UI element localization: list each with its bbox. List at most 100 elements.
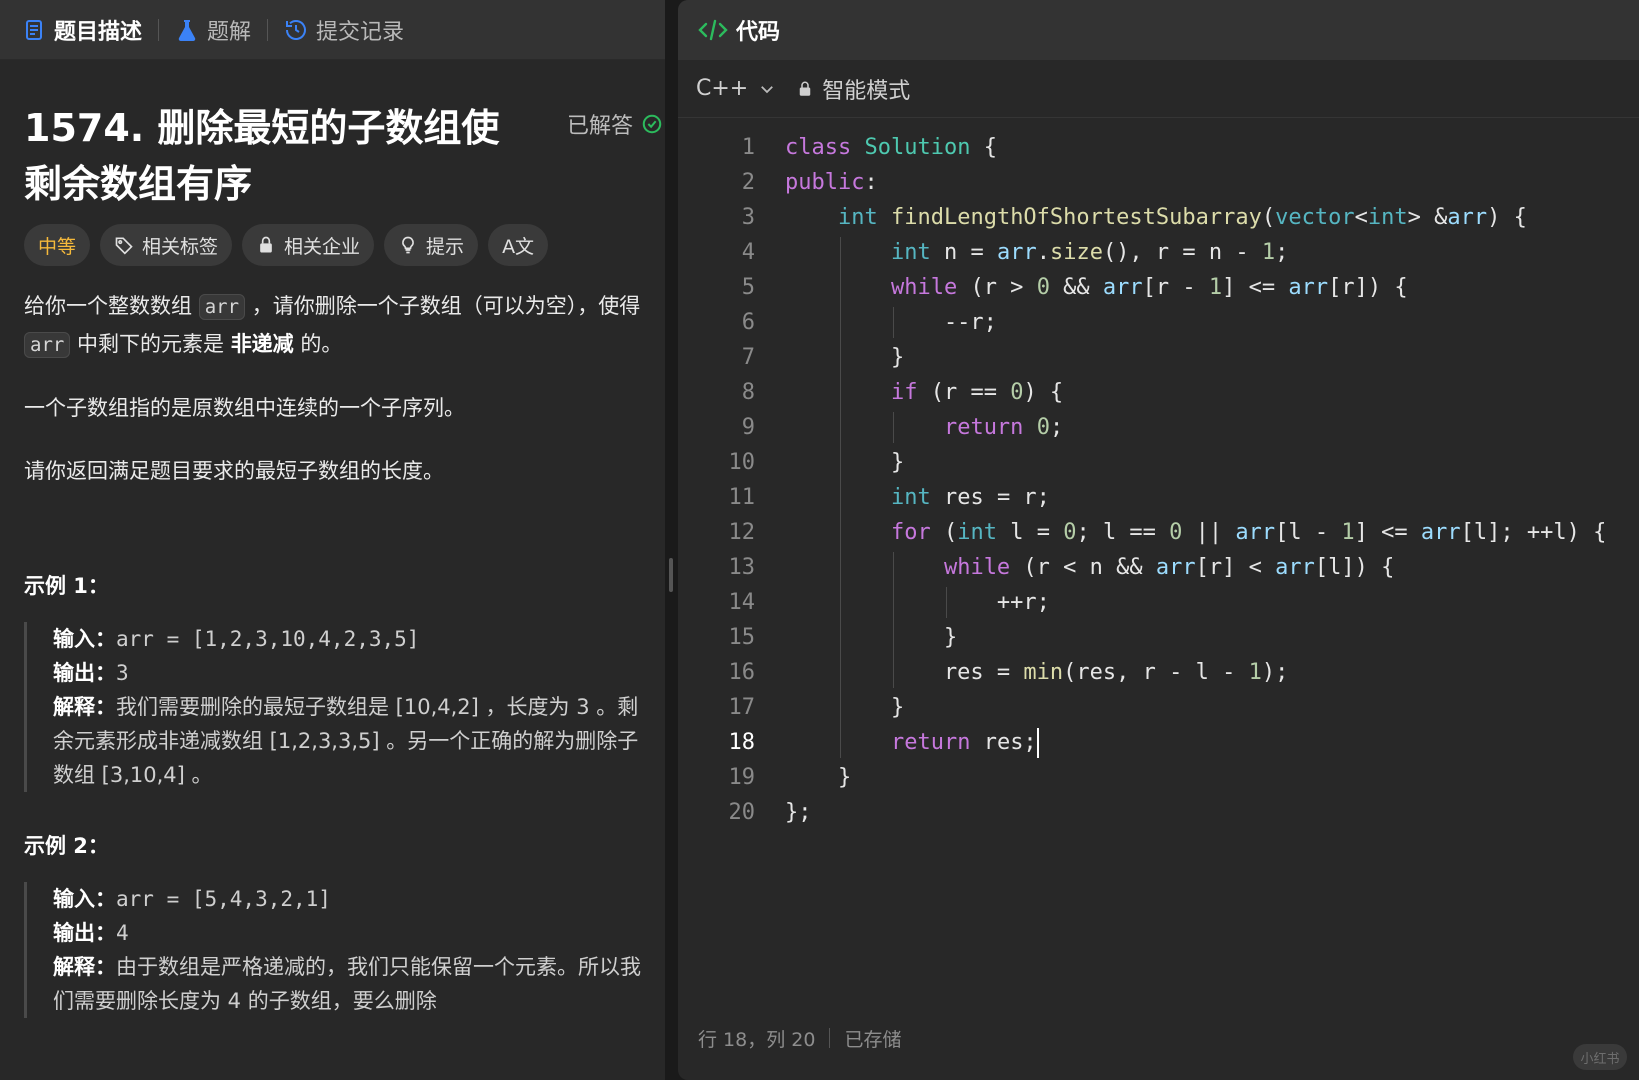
line-number: 2 — [741, 170, 755, 195]
example-1-output: 输出：3 — [53, 656, 641, 690]
line-number: 4 — [741, 240, 755, 265]
code-text: } — [785, 625, 958, 650]
desc-text: 中剩下的元素是 — [70, 332, 231, 356]
code-text: } — [785, 345, 905, 370]
output-value: 4 — [116, 921, 129, 945]
check-circle-icon — [642, 114, 662, 134]
code-header: 代码 — [678, 0, 1639, 60]
line-number: 12 — [728, 520, 756, 545]
problem-tabbar: 题目描述 题解 提交记录 — [0, 0, 665, 60]
tab-description-label: 题目描述 — [54, 19, 143, 45]
code-text: return res; — [785, 725, 1039, 760]
language-select[interactable]: C++ — [696, 76, 776, 101]
difficulty-badge[interactable]: 中等 — [24, 224, 91, 266]
line-number: 11 — [728, 485, 756, 510]
explain-value: 我们需要删除的最短子数组是 [10,4,2] ，长度为 3 。剩余元素形成非递减… — [53, 695, 639, 787]
description-paragraph-1: 给你一个整数数组 arr ，请你删除一个子数组（可以为空），使得 arr 中剩下… — [24, 288, 641, 364]
flask-icon — [178, 19, 196, 41]
explain-value: 由于数组是严格递减的，我们只能保留一个元素。所以我们需要删除长度为 4 的子数组… — [53, 955, 641, 1013]
indent-guide — [946, 587, 947, 618]
indent-guide — [840, 237, 841, 758]
line-number: 1 — [741, 135, 755, 160]
code-line[interactable]: 12 for (int l = 0; l == 0 || arr[l - 1] … — [678, 515, 1639, 550]
code-line[interactable]: 13 while (r < n && arr[r] < arr[l]) { — [678, 550, 1639, 585]
code-line[interactable]: 15 } — [678, 620, 1639, 655]
code-line[interactable]: 8 if (r == 0) { — [678, 375, 1639, 410]
code-text: while (r < n && arr[r] < arr[l]) { — [943, 555, 1395, 580]
description-paragraph-3: 请你返回满足题目要求的最短子数组的长度。 — [24, 459, 444, 483]
line-number: 6 — [741, 310, 755, 335]
line-number: 17 — [728, 695, 756, 720]
hint-label: 提示 — [426, 235, 465, 258]
line-number: 8 — [741, 380, 755, 405]
tab-divider — [158, 18, 160, 41]
code-line[interactable]: 6 --r; — [678, 305, 1639, 340]
cursor-position: 行 18，列 20 — [698, 1028, 816, 1051]
problem-content: 1574. 删除最短的子数组使剩余数组有序 已解答 中等 相关标签 相关企业 提… — [0, 100, 665, 1018]
desc-text: 的。 — [293, 332, 343, 356]
code-line[interactable]: 7 } — [678, 340, 1639, 375]
title-row: 1574. 删除最短的子数组使剩余数组有序 已解答 — [24, 100, 662, 212]
tab-divider — [267, 18, 269, 41]
example-1-title: 示例 1： — [24, 574, 109, 598]
splitter-handle[interactable] — [669, 558, 673, 592]
line-number: 16 — [728, 660, 756, 685]
input-label: 输入： — [53, 887, 116, 911]
code-panel: 代码 C++ 智能模式 1 class Solution { 2 public: 3 i… — [678, 0, 1639, 1080]
topics-tag-label: 相关标签 — [142, 235, 219, 258]
code-line[interactable]: 2 public: — [678, 165, 1639, 200]
smart-mode-toggle[interactable]: 智能模式 — [796, 73, 910, 105]
code-line[interactable]: 20}; — [678, 795, 1639, 830]
code-line[interactable]: 1 class Solution { — [678, 130, 1639, 165]
desc-text: 给你一个整数数组 — [24, 294, 199, 318]
example-2-title: 示例 2： — [24, 834, 109, 858]
indent-guide — [893, 412, 894, 443]
code-text: } — [785, 765, 852, 790]
code-line[interactable]: 5 while (r > 0 && arr[r - 1] <= arr[r]) … — [678, 270, 1639, 305]
topics-tag-button[interactable]: 相关标签 — [100, 224, 233, 266]
input-value: arr = [1,2,3,10,4,2,3,5] — [116, 627, 420, 651]
tag-icon — [115, 237, 133, 255]
tab-solutions[interactable]: 题解 — [171, 0, 255, 60]
line-number: 20 — [728, 800, 756, 825]
inline-code: arr — [24, 332, 71, 358]
code-text: int findLengthOfShortestSubarray(vector<… — [837, 205, 1527, 230]
example-2-output: 输出：4 — [53, 916, 641, 950]
tab-description[interactable]: 题目描述 — [18, 0, 146, 60]
indent-guide — [893, 307, 894, 338]
translate-button[interactable]: A文 — [488, 224, 549, 266]
code-text: } — [785, 695, 905, 720]
code-line[interactable]: 16 res = min(res, r - l - 1); — [678, 655, 1639, 690]
line-number: 7 — [741, 345, 755, 370]
code-editor[interactable]: 1 class Solution { 2 public: 3 int findLengt… — [678, 130, 1639, 1010]
code-line[interactable]: 19 } — [678, 760, 1639, 795]
desc-text: ，请你删除一个子数组（可以为空），使得 — [245, 294, 641, 318]
code-text: int res = r; — [890, 485, 1050, 510]
solved-badge: 已解答 — [567, 108, 663, 140]
input-value: arr = [5,4,3,2,1] — [116, 887, 331, 911]
code-line[interactable]: 11 int res = r; — [678, 480, 1639, 515]
code-text: public: — [785, 170, 878, 195]
code-line[interactable]: 3 int findLengthOfShortestSubarray(vecto… — [678, 200, 1639, 235]
tag-row: 中等 相关标签 相关企业 提示 A文 — [24, 224, 641, 266]
watermark: 小红书 — [1573, 1044, 1627, 1070]
code-line[interactable]: 9 return 0; — [678, 410, 1639, 445]
problem-title[interactable]: 1574. 删除最短的子数组使剩余数组有序 — [24, 100, 524, 212]
tab-submissions[interactable]: 提交记录 — [280, 0, 408, 60]
document-icon — [26, 19, 42, 40]
code-line[interactable]: 4 int n = arr.size(), r = n - 1; — [678, 235, 1639, 270]
panel-splitter[interactable] — [665, 0, 678, 1080]
code-line[interactable]: 18 return res; — [678, 725, 1639, 760]
tab-solutions-label: 题解 — [207, 19, 252, 45]
example-1-block: 输入：arr = [1,2,3,10,4,2,3,5] 输出：3 解释：我们需要… — [24, 622, 641, 792]
explain-label: 解释： — [53, 955, 116, 979]
code-line[interactable]: 17 } — [678, 690, 1639, 725]
hint-button[interactable]: 提示 — [384, 224, 479, 266]
code-text: return 0; — [943, 415, 1064, 440]
code-line[interactable]: 14 ++r; — [678, 585, 1639, 620]
smart-mode-label: 智能模式 — [822, 78, 911, 104]
code-line[interactable]: 10 } — [678, 445, 1639, 480]
companies-tag-button[interactable]: 相关企业 — [242, 224, 375, 266]
line-number: 9 — [741, 415, 755, 440]
description-paragraph-2: 一个子数组指的是原数组中连续的一个子序列。 — [24, 396, 465, 420]
